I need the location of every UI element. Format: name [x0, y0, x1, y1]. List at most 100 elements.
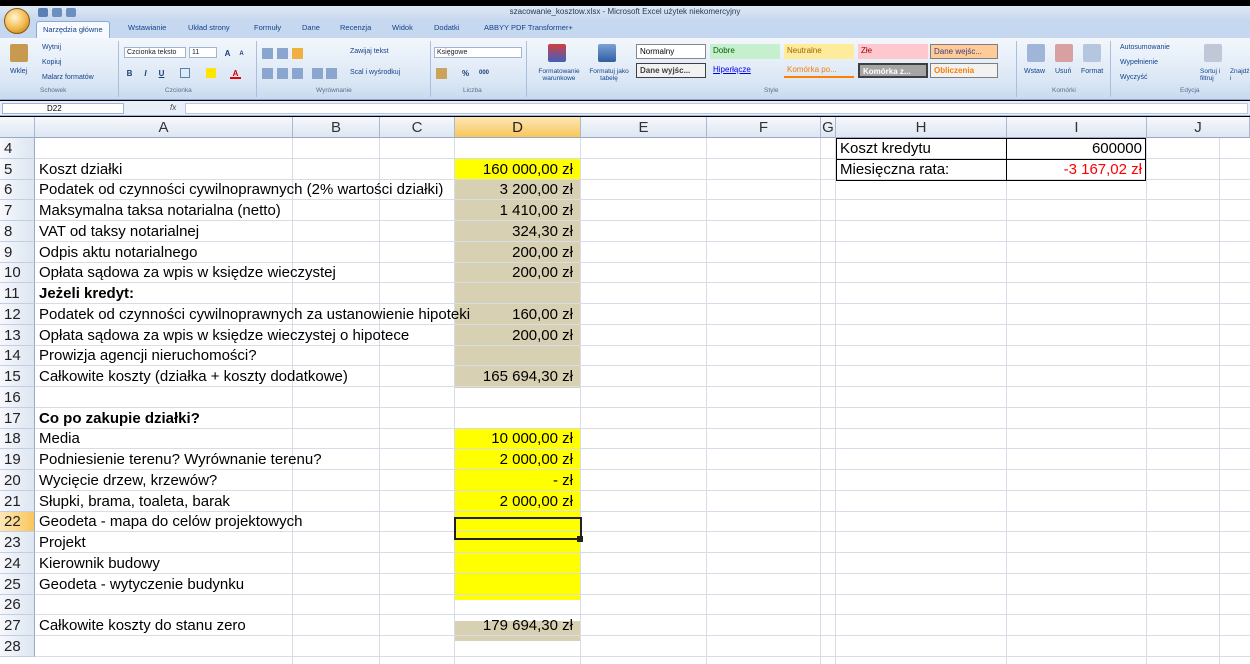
font-size-select[interactable]: 11: [189, 47, 217, 58]
decrease-indent-icon[interactable]: [312, 68, 323, 79]
row-header-11[interactable]: 11: [0, 283, 35, 304]
cell-d9[interactable]: 200,00 zł: [456, 242, 573, 263]
cell-a7[interactable]: Maksymalna taksa notarialna (netto): [39, 200, 281, 221]
tab-view[interactable]: Widok: [392, 23, 413, 32]
increase-indent-icon[interactable]: [326, 68, 337, 79]
paste-icon[interactable]: [10, 44, 28, 62]
column-header-f[interactable]: F: [707, 117, 821, 138]
style-neutral[interactable]: Neutralne: [784, 44, 854, 59]
conditional-format-button[interactable]: Formatowanie warunkowe: [531, 68, 587, 82]
align-bottom-icon[interactable]: [292, 48, 303, 59]
insert-cells-icon[interactable]: [1027, 44, 1045, 62]
italic-button[interactable]: I: [140, 68, 151, 79]
office-button[interactable]: [4, 8, 30, 34]
row-header-15[interactable]: 15: [0, 366, 35, 387]
tab-addins[interactable]: Dodatki: [434, 23, 459, 32]
find-select-button[interactable]: Znajdź i zaznacz: [1230, 68, 1250, 82]
format-painter-button[interactable]: Malarz formatów: [42, 74, 94, 81]
row-header-20[interactable]: 20: [0, 470, 35, 491]
cell-d20[interactable]: - zł: [456, 470, 573, 491]
column-header-c[interactable]: C: [380, 117, 455, 138]
paste-button-label[interactable]: Wklej: [10, 68, 27, 75]
number-format-select[interactable]: Księgowe: [434, 47, 522, 58]
column-header-b[interactable]: B: [293, 117, 380, 138]
bold-button[interactable]: B: [124, 68, 135, 79]
cell-i6[interactable]: -3 167,02 zł: [1008, 160, 1142, 180]
format-cells-button[interactable]: Format: [1081, 68, 1103, 75]
row-header-12[interactable]: 12: [0, 304, 35, 325]
cell-d5[interactable]: 160 000,00 zł: [456, 159, 573, 180]
align-left-icon[interactable]: [262, 68, 273, 79]
name-box[interactable]: D22: [2, 103, 124, 114]
insert-cells-button[interactable]: Wstaw: [1024, 68, 1045, 75]
format-table-button[interactable]: Formatuj jako tabelę: [588, 68, 630, 82]
autosum-button[interactable]: Autosumowanie: [1120, 44, 1170, 51]
row-header-7[interactable]: 7: [0, 200, 35, 221]
select-all-corner[interactable]: [0, 117, 35, 138]
tab-review[interactable]: Recenzja: [340, 23, 371, 32]
row-header-16[interactable]: 16: [0, 387, 35, 408]
align-center-icon[interactable]: [277, 68, 288, 79]
cell-d19[interactable]: 2 000,00 zł: [456, 449, 573, 470]
cell-a24[interactable]: Kierownik budowy: [39, 553, 160, 574]
underline-button[interactable]: U: [156, 68, 167, 79]
cell-d18[interactable]: 10 000,00 zł: [456, 429, 573, 449]
cell-a6[interactable]: Podatek od czynności cywilnoprawnych (2%…: [39, 180, 443, 200]
cell-a10[interactable]: Opłata sądowa za wpis w księdze wieczyst…: [39, 263, 336, 283]
row-header-14[interactable]: 14: [0, 346, 35, 366]
undo-icon[interactable]: [52, 8, 62, 17]
align-right-icon[interactable]: [292, 68, 303, 79]
cell-d6[interactable]: 3 200,00 zł: [456, 180, 573, 200]
style-linked-cell[interactable]: Komórka po...: [784, 63, 854, 78]
style-output[interactable]: Dane wyjśc...: [636, 63, 706, 78]
tab-abbyy[interactable]: ABBYY PDF Transformer+: [484, 23, 573, 32]
sort-filter-icon[interactable]: [1204, 44, 1222, 62]
cell-h5[interactable]: Koszt kredytu: [840, 139, 931, 159]
column-header-j[interactable]: J: [1147, 117, 1250, 138]
cell-a19[interactable]: Podniesienie terenu? Wyrównanie terenu?: [39, 449, 322, 470]
cell-d12[interactable]: 160,00 zł: [456, 304, 573, 325]
save-icon[interactable]: [38, 8, 48, 17]
row-header-22[interactable]: 22: [0, 512, 35, 532]
row-header-28[interactable]: 28: [0, 636, 35, 657]
row-header-26[interactable]: 26: [0, 595, 35, 615]
row-header-23[interactable]: 23: [0, 532, 35, 553]
selected-cell-d22[interactable]: [454, 517, 582, 540]
row-header-21[interactable]: 21: [0, 491, 35, 512]
fill-color-icon[interactable]: [206, 68, 216, 78]
column-header-g[interactable]: G: [821, 117, 836, 138]
format-cells-icon[interactable]: [1083, 44, 1101, 62]
column-header-h[interactable]: H: [836, 117, 1007, 138]
merge-center-button[interactable]: Scal i wyśrodkuj: [350, 69, 400, 76]
tab-formulas[interactable]: Formuły: [254, 23, 281, 32]
cell-a5[interactable]: Koszt działki: [39, 159, 122, 180]
align-top-icon[interactable]: [262, 48, 273, 59]
cut-button[interactable]: Wytnij: [42, 44, 61, 51]
row-header-4[interactable]: 4: [0, 138, 35, 159]
column-header-d[interactable]: D: [455, 117, 581, 138]
cell-a22[interactable]: Geodeta - mapa do celów projektowych: [39, 512, 302, 532]
cell-d8[interactable]: 324,30 zł: [456, 221, 573, 242]
formula-input[interactable]: [185, 103, 1248, 114]
style-hyperlink[interactable]: Hiperłącze: [710, 63, 780, 78]
cell-d21[interactable]: 2 000,00 zł: [456, 491, 573, 512]
tab-page-layout[interactable]: Układ strony: [188, 23, 230, 32]
format-table-icon[interactable]: [598, 44, 616, 62]
row-header-17[interactable]: 17: [0, 408, 35, 429]
grow-font-button[interactable]: A: [222, 48, 233, 59]
cell-a9[interactable]: Odpis aktu notarialnego: [39, 242, 197, 263]
cell-d7[interactable]: 1 410,00 zł: [456, 200, 573, 221]
row-header-5[interactable]: 5: [0, 159, 35, 180]
borders-icon[interactable]: [180, 68, 190, 78]
cell-h6[interactable]: Miesięczna rata:: [840, 160, 949, 180]
fx-icon[interactable]: fx: [170, 103, 176, 112]
wrap-text-button[interactable]: Zawijaj tekst: [350, 48, 389, 55]
cell-a17[interactable]: Co po zakupie działki?: [39, 408, 200, 429]
cell-a27[interactable]: Całkowite koszty do stanu zero: [39, 615, 246, 636]
style-normal[interactable]: Normalny: [636, 44, 706, 59]
row-header-8[interactable]: 8: [0, 221, 35, 242]
fill-button[interactable]: Wypełnienie: [1120, 59, 1158, 66]
cell-a25[interactable]: Geodeta - wytyczenie budynku: [39, 574, 244, 595]
delete-cells-button[interactable]: Usuń: [1055, 68, 1071, 75]
row-header-10[interactable]: 10: [0, 263, 35, 283]
